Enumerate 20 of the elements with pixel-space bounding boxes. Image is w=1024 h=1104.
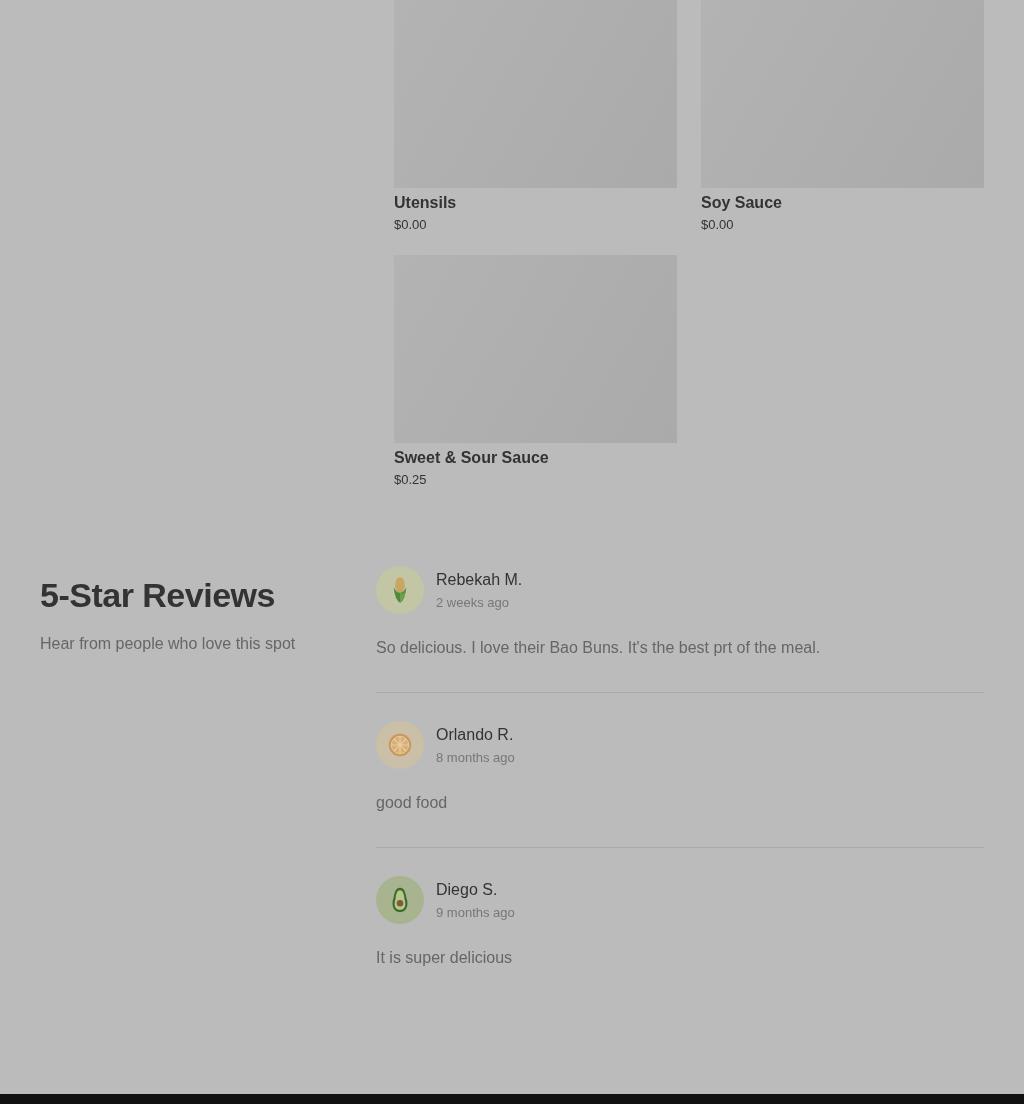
reviewer-name: Orlando R. <box>436 725 515 745</box>
product-price: $0.25 <box>394 472 428 488</box>
product-price: $0.00 <box>701 217 735 233</box>
product-name[interactable]: Utensils <box>394 193 677 213</box>
review-date: 8 months ago <box>436 750 515 766</box>
product-name[interactable]: Soy Sauce <box>701 193 984 213</box>
product-price: $0.00 <box>394 217 428 233</box>
avocado-icon <box>391 886 409 914</box>
reviewer-name: Diego S. <box>436 880 499 900</box>
review-text: It is super delicious <box>376 948 514 968</box>
review-text: So delicious. I love their Bao Buns. It's the best prt of the meal. <box>376 638 822 658</box>
section-title: 5-Star Reviews <box>40 576 276 615</box>
review-date: 9 months ago <box>436 905 515 921</box>
review-date: 2 weeks ago <box>436 595 510 611</box>
citrus-slice-icon <box>387 732 413 758</box>
review-text: good food <box>376 793 449 813</box>
section-subtitle: Hear from people who love this spot <box>40 635 297 653</box>
product-name[interactable]: Sweet & Sour Sauce <box>394 448 677 468</box>
corn-icon <box>392 576 408 604</box>
reviewer-name: Rebekah M. <box>436 570 523 590</box>
